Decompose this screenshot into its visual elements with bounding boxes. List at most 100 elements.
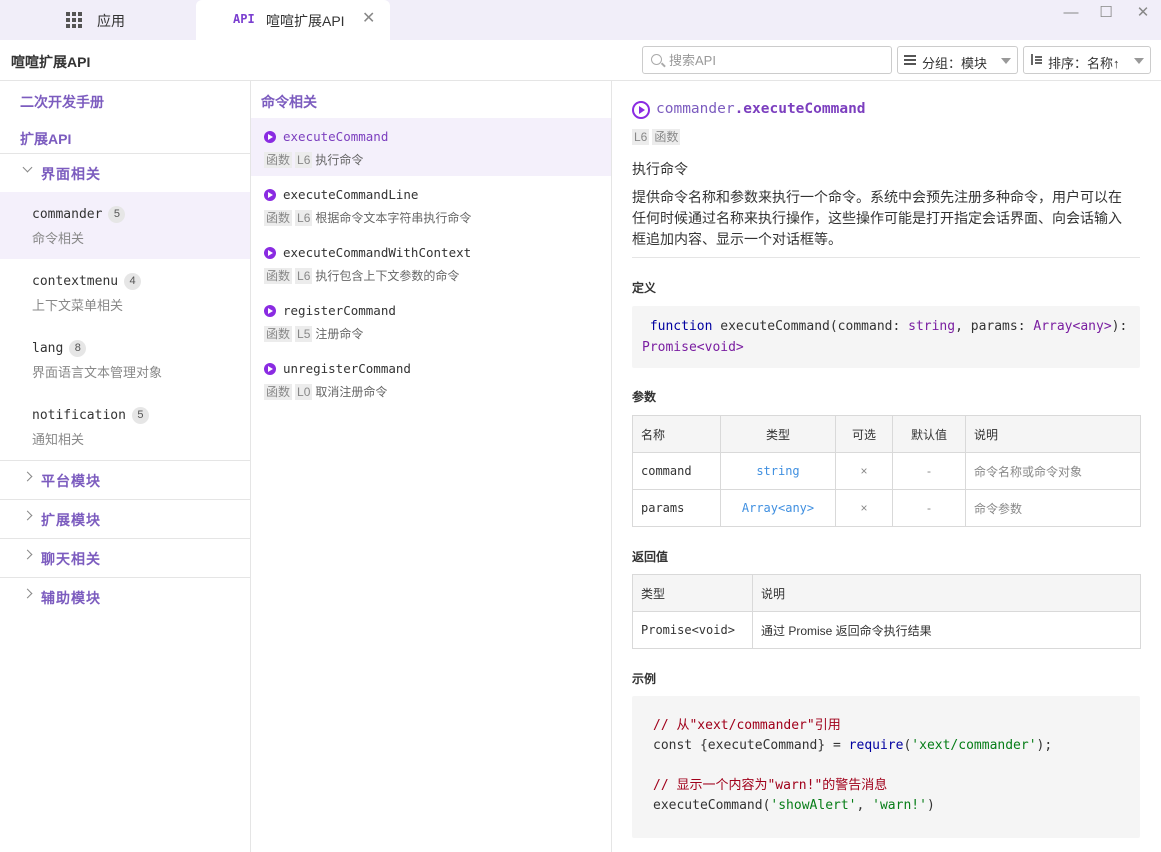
sidebar-item-notification[interactable]: notification 5 通知相关 [0,393,250,460]
function-name: registerCommand [283,303,396,318]
count-badge: 5 [131,407,149,424]
detail-brief: 执行命令 [632,161,688,177]
code-text: , params: [955,319,1034,334]
apps-grid-icon [66,12,82,28]
code-keyword: function [649,319,713,334]
code-type: Promise<void> [642,340,744,355]
sidebar-group-label: 扩展模块 [41,512,101,528]
sidebar-group-label: 聊天相关 [41,551,101,567]
param-optional: × [835,452,893,490]
detail-function-name: .executeCommand [734,101,866,117]
table-header-row: 类型 说明 [632,574,1141,612]
kind-tag: 函数 [264,152,293,168]
sidebar-group-extension[interactable]: 扩展模块 [0,499,250,537]
function-name: executeCommandWithContext [283,245,472,260]
function-icon [264,131,276,143]
sidebar-group-label: 辅助模块 [41,590,101,606]
column-header: 类型 [720,415,836,453]
function-desc: 执行包含上下文参数的命令 [315,269,460,283]
count-badge: 8 [69,340,87,357]
line-tag: L0 [295,384,313,400]
divider [632,257,1140,258]
kind-tag: 函数 [264,384,293,400]
list-item-registerCommand[interactable]: registerCommand 函数 L5 注册命令 [251,292,611,350]
kind-tag: 函数 [264,268,293,284]
param-type-link[interactable]: Array<any> [720,489,836,527]
sidebar-group-ui[interactable]: 界面相关 [0,153,250,191]
code-comment: // 从"xext/commander"引用 [653,718,841,733]
sidebar-group-utility[interactable]: 辅助模块 [0,577,250,615]
tab-extension-api[interactable]: API 喧喧扩展API ✕ [196,0,390,40]
table-row: params Array<any> × - 命令参数 [632,489,1141,527]
example-code: // 从"xext/commander"引用 const {executeCom… [632,696,1140,838]
code-text: ); [1036,738,1053,753]
table-header-row: 名称 类型 可选 默认值 说明 [632,415,1141,453]
list-item-executeCommand[interactable]: executeCommand 函数 L6 执行命令 [251,118,611,176]
code-comment: // 显示一个内容为"warn!"的警告消息 [653,778,888,793]
maximize-icon[interactable]: ☐ [1096,4,1116,22]
param-name: params [632,489,721,527]
table-row: Promise<void> 通过 Promise 返回命令执行结果 [632,611,1141,649]
function-meta: 函数 L0 取消注册命令 [264,383,387,400]
line-tag: L6 [295,152,313,168]
code-type: string [908,319,956,334]
sidebar-group-platform[interactable]: 平台模块 [0,460,250,498]
module-desc: 上下文菜单相关 [32,298,124,313]
module-desc: 通知相关 [32,432,85,447]
tab-extension-api-label: 喧喧扩展API [266,13,345,29]
example-heading: 示例 [632,672,657,686]
function-desc: 执行命令 [315,153,364,167]
line-tag: L6 [295,210,313,226]
code-line: const {executeCommand} = require('xext/c… [653,736,1120,756]
param-name: command [632,452,721,490]
code-function: require [848,738,904,753]
module-name-text: commander [32,207,103,222]
dev-manual-link[interactable]: 二次开发手册 [20,92,104,112]
list-item-executeCommandWithContext[interactable]: executeCommandWithContext 函数 L6 执行包含上下文参数的… [251,234,611,292]
group-select[interactable]: 分组：模块 [897,46,1018,74]
param-type-link[interactable]: string [720,452,836,490]
code-text: ) [926,798,935,813]
module-name: lang 8 [32,340,87,357]
search-input[interactable] [669,51,884,69]
list-item-executeCommandLine[interactable]: executeCommandLine 函数 L6 根据命令文本字符串执行命令 [251,176,611,234]
search-box[interactable] [642,46,892,74]
list-item-unregisterCommand[interactable]: unregisterCommand 函数 L0 取消注册命令 [251,350,611,408]
detail-description: 提供命令名称和参数来执行一个命令。系统中会预先注册多种命令，用户可以在任何时候通… [632,189,1122,247]
line-tag: L6 [632,129,650,145]
column-header: 默认值 [892,415,966,453]
return-type: Promise<void> [632,611,753,649]
tab-apps-label: 应用 [97,13,125,29]
function-desc: 注册命令 [315,327,364,341]
module-name-text: notification [32,408,126,423]
module-name-text: contextmenu [32,274,119,289]
code-text: executeCommand(command: [712,319,909,334]
sidebar-item-contextmenu[interactable]: contextmenu 4 上下文菜单相关 [0,259,250,326]
window-close-icon[interactable]: ✕ [1133,4,1153,22]
column-header: 说明 [752,574,1141,612]
sort-select[interactable]: 排序：名称↑ [1023,46,1151,74]
param-optional: × [835,489,893,527]
column-header: 说明 [965,415,1141,453]
module-name: notification 5 [32,407,149,424]
table-row: command string × - 命令名称或命令对象 [632,452,1141,490]
function-name: unregisterCommand [283,361,411,376]
line-tag: L5 [295,326,313,342]
definition-heading: 定义 [632,281,657,295]
detail-panel: commander.executeCommand L6 函数 执行命令 提供命令名… [612,81,1161,852]
params-table: 名称 类型 可选 默认值 说明 command string × - 命令名称或… [632,415,1141,527]
tab-close-icon[interactable]: ✕ [362,10,375,28]
module-desc: 界面语言文本管理对象 [32,365,163,380]
kind-tag: 函数 [264,210,293,226]
sidebar-group-chat[interactable]: 聊天相关 [0,538,250,576]
extension-api-link[interactable]: 扩展API [20,129,71,149]
sidebar-item-lang[interactable]: lang 8 界面语言文本管理对象 [0,326,250,393]
return-desc: 通过 Promise 返回命令执行结果 [752,611,1141,649]
param-desc: 命令名称或命令对象 [965,452,1141,490]
sidebar-group-label: 平台模块 [41,473,101,489]
sidebar-item-commander[interactable]: commander 5 命令相关 [0,192,250,259]
function-name: executeCommandLine [283,187,419,202]
minimize-icon[interactable]: — [1061,4,1081,22]
tab-apps[interactable]: 应用 [0,0,196,40]
